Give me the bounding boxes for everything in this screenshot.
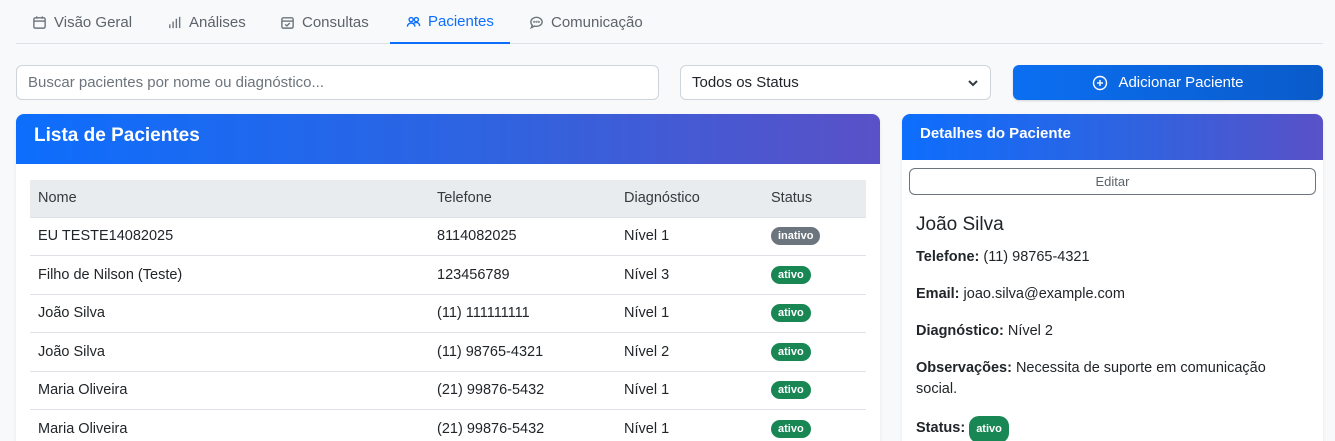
tab-label: Consultas bbox=[302, 13, 369, 31]
detail-phone-label: Telefone: bbox=[916, 249, 980, 265]
detail-notes: Observações: Necessita de suporte em com… bbox=[916, 358, 1306, 400]
detail-email: Email: joao.silva@example.com bbox=[916, 284, 1306, 305]
cell-phone: (11) 98765-4321 bbox=[429, 332, 616, 372]
detail-phone: Telefone: (11) 98765-4321 bbox=[916, 247, 1306, 268]
cell-diagnosis: Nível 1 bbox=[616, 294, 763, 333]
cell-name: João Silva bbox=[30, 294, 429, 333]
calendar-check-icon bbox=[281, 16, 294, 29]
nav-tabs: Visão Geral Análises Consultas Pacientes… bbox=[16, 0, 1323, 44]
status-filter-value: Todos os Status bbox=[692, 74, 799, 91]
cell-status: ativo bbox=[763, 332, 866, 372]
table-row[interactable]: EU TESTE14082025 8114082025 Nível 1 inat… bbox=[30, 217, 866, 256]
cell-phone: (21) 99876-5432 bbox=[429, 371, 616, 410]
cell-phone: 123456789 bbox=[429, 255, 616, 295]
tab-analises[interactable]: Análises bbox=[151, 0, 262, 44]
column-header-telefone: Telefone bbox=[429, 180, 616, 218]
detail-diagnosis-value: Nível 2 bbox=[1007, 323, 1053, 339]
status-badge: ativo bbox=[771, 304, 811, 323]
cell-status: ativo bbox=[763, 409, 866, 441]
people-icon bbox=[406, 16, 421, 27]
table-header-row: Nome Telefone Diagnóstico Status bbox=[30, 180, 866, 218]
cell-diagnosis: Nível 1 bbox=[616, 217, 763, 256]
patient-list-title: Lista de Pacientes bbox=[16, 114, 880, 164]
column-header-status: Status bbox=[763, 180, 866, 218]
search-input[interactable] bbox=[16, 65, 659, 100]
status-badge: ativo bbox=[771, 265, 811, 284]
cell-diagnosis: Nível 3 bbox=[616, 255, 763, 295]
plus-circle-icon bbox=[1093, 75, 1108, 90]
status-badge: ativo bbox=[969, 416, 1009, 441]
bar-chart-icon bbox=[169, 16, 181, 28]
detail-email-label: Email: bbox=[916, 286, 960, 302]
cell-diagnosis: Nível 2 bbox=[616, 332, 763, 372]
table-row[interactable]: João Silva (11) 98765-4321 Nível 2 ativo bbox=[30, 332, 866, 372]
cell-status: ativo bbox=[763, 294, 866, 333]
patient-details-body: João Silva Telefone: (11) 98765-4321 Ema… bbox=[916, 214, 1306, 441]
detail-diagnosis: Diagnóstico: Nível 2 bbox=[916, 321, 1306, 342]
tab-pacientes[interactable]: Pacientes bbox=[390, 0, 510, 44]
tab-label: Pacientes bbox=[428, 12, 494, 30]
detail-diagnosis-label: Diagnóstico: bbox=[916, 323, 1004, 339]
tab-label: Análises bbox=[189, 13, 246, 31]
cell-status: ativo bbox=[763, 255, 866, 295]
status-badge: inativo bbox=[771, 227, 821, 246]
detail-status: Status: ativo bbox=[916, 416, 1306, 441]
column-header-diagnostico: Diagnóstico bbox=[616, 180, 763, 218]
cell-phone: (21) 99876-5432 bbox=[429, 409, 616, 441]
cell-status: inativo bbox=[763, 217, 866, 256]
cell-status: ativo bbox=[763, 371, 866, 410]
status-badge: ativo bbox=[771, 381, 811, 400]
chevron-down-icon bbox=[968, 79, 978, 86]
table-row[interactable]: João Silva (11) 111111111 Nível 1 ativo bbox=[30, 294, 866, 333]
calendar-icon bbox=[33, 15, 46, 29]
tab-visao-geral[interactable]: Visão Geral bbox=[16, 0, 148, 44]
status-badge: ativo bbox=[771, 342, 811, 361]
cell-name: EU TESTE14082025 bbox=[30, 217, 429, 256]
table-row[interactable]: Maria Oliveira (21) 99876-5432 Nível 1 a… bbox=[30, 371, 866, 410]
tab-label: Visão Geral bbox=[54, 13, 133, 31]
cell-name: Maria Oliveira bbox=[30, 371, 429, 410]
detail-status-label: Status: bbox=[916, 420, 966, 436]
cell-name: Maria Oliveira bbox=[30, 409, 429, 441]
cell-name: Filho de Nilson (Teste) bbox=[30, 255, 429, 295]
cell-diagnosis: Nível 1 bbox=[616, 371, 763, 410]
table-row[interactable]: Maria Oliveira (21) 99876-5432 Nível 1 a… bbox=[30, 409, 866, 441]
edit-button[interactable]: Editar bbox=[909, 168, 1316, 195]
status-badge: ativo bbox=[771, 419, 811, 438]
column-header-nome: Nome bbox=[30, 180, 429, 218]
patient-list-card: Lista de Pacientes Nome Telefone Diagnós… bbox=[16, 114, 880, 441]
tab-comunicacao[interactable]: Comunicação bbox=[513, 0, 659, 44]
cell-name: João Silva bbox=[30, 332, 429, 372]
detail-email-value: joao.silva@example.com bbox=[963, 286, 1125, 302]
add-patient-button[interactable]: Adicionar Paciente bbox=[1013, 65, 1323, 100]
tab-consultas[interactable]: Consultas bbox=[264, 0, 385, 44]
patient-details-card: Detalhes do Paciente Editar João Silva T… bbox=[902, 114, 1323, 441]
detail-phone-value: (11) 98765-4321 bbox=[983, 249, 1090, 265]
cell-phone: (11) 111111111 bbox=[429, 294, 616, 333]
patient-name: João Silva bbox=[916, 214, 1004, 235]
cell-phone: 8114082025 bbox=[429, 217, 616, 256]
detail-notes-label: Observações: bbox=[916, 360, 1012, 376]
patient-details-title: Detalhes do Paciente bbox=[902, 114, 1323, 160]
tab-label: Comunicação bbox=[551, 13, 643, 31]
cell-diagnosis: Nível 1 bbox=[616, 409, 763, 441]
status-filter-select[interactable]: Todos os Status bbox=[680, 65, 991, 100]
add-patient-label: Adicionar Paciente bbox=[1118, 74, 1244, 91]
chat-icon bbox=[530, 16, 543, 29]
table-row[interactable]: Filho de Nilson (Teste) 123456789 Nível … bbox=[30, 255, 866, 295]
patient-table: Nome Telefone Diagnóstico Status EU TEST… bbox=[30, 180, 866, 441]
